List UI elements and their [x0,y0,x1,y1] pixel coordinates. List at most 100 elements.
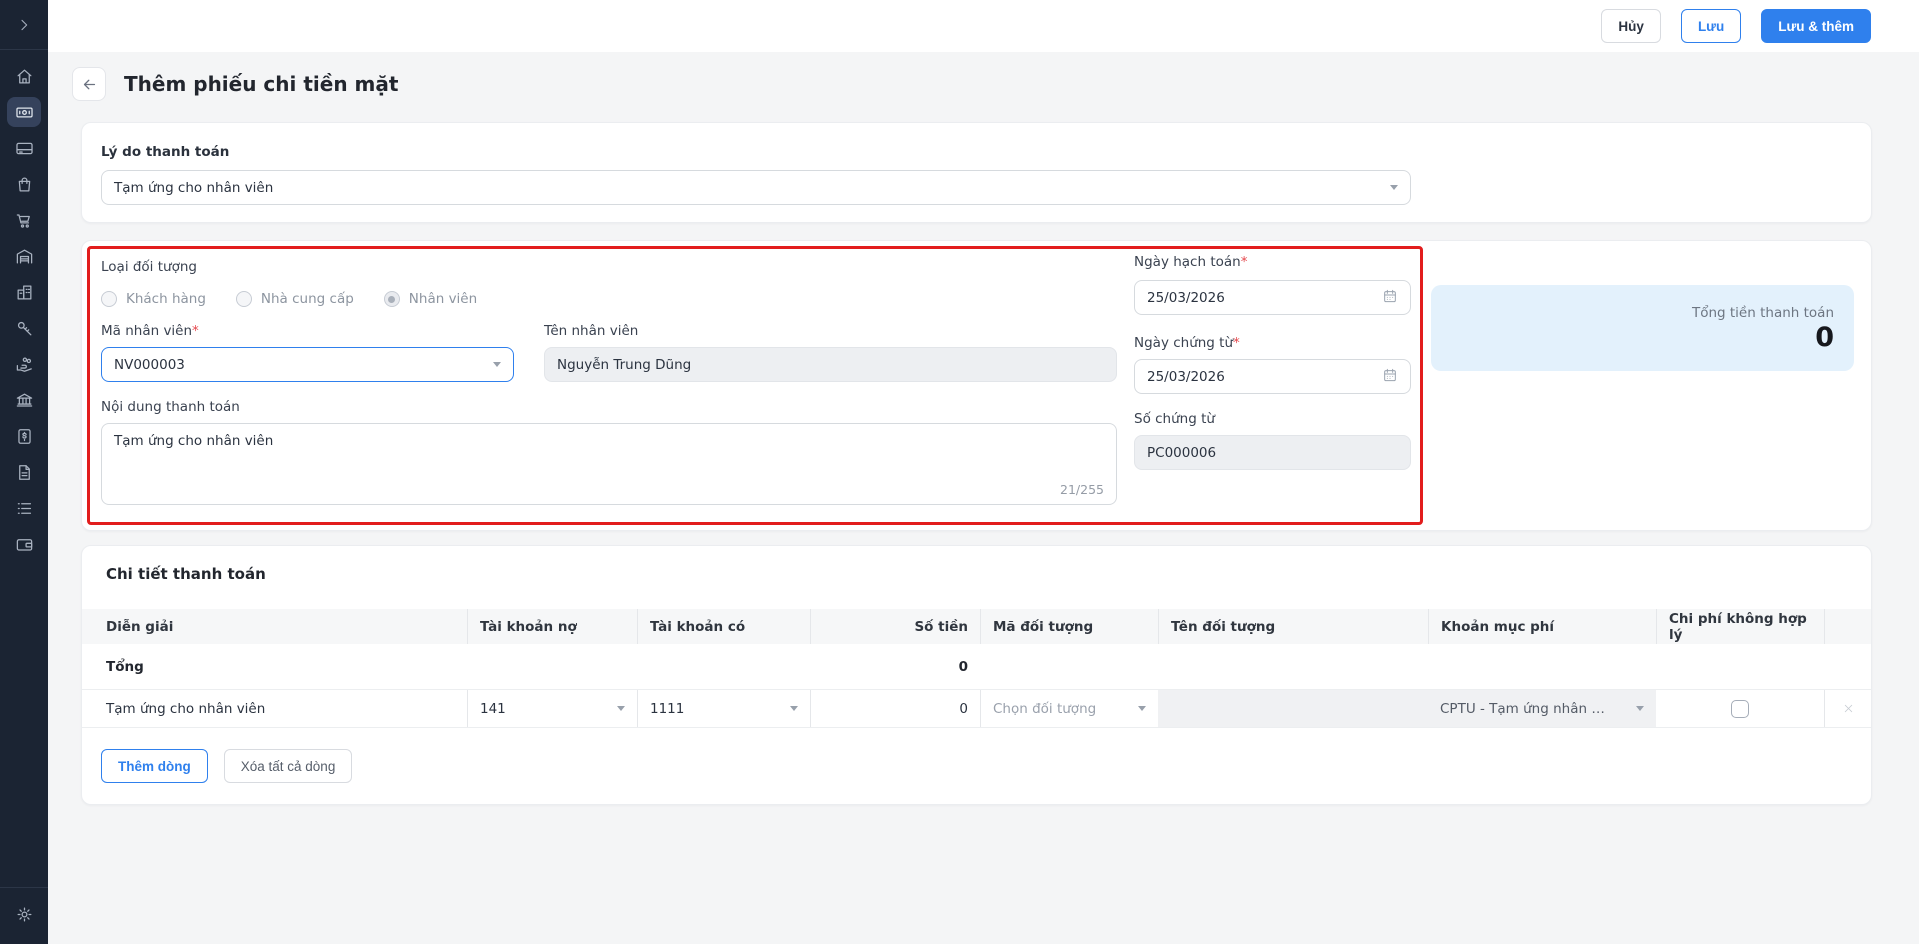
required-asterisk: * [1233,335,1240,351]
payment-reason-label: Lý do thanh toán [101,144,230,160]
radio-employee-label: Nhân viên [408,291,478,307]
total-row-label: Tổng [106,658,144,675]
payment-reason-card: Lý do thanh toán Tạm ứng cho nhân viên [81,122,1872,223]
shopping-bag-icon[interactable] [7,169,41,199]
home-icon[interactable] [7,61,41,91]
cancel-button[interactable]: Hủy [1601,9,1661,43]
delete-all-rows-button[interactable]: Xóa tất cả dòng [223,749,353,783]
col-header-description: Diễn giải [106,618,174,635]
debit-account-value: 141 [480,700,506,717]
sidebar [0,0,48,944]
invalid-expense-checkbox[interactable] [1731,699,1749,718]
total-amount-box: Tổng tiền thanh toán 0 [1431,285,1854,371]
table-actions: Thêm dòng Xóa tất cả dòng [101,749,353,783]
bank-icon[interactable] [7,385,41,415]
document-icon[interactable] [7,457,41,487]
col-header-credit-account: Tài khoản có [637,609,810,644]
row-object-name-cell [1158,690,1428,727]
col-header-expense-item: Khoản mục phí [1428,609,1656,644]
document-date-input[interactable]: 25/03/2026 [1134,359,1411,394]
total-amount-value: 0 [1815,322,1834,353]
row-debit-account-select[interactable]: 141 [467,690,637,727]
chevron-down-icon [1390,185,1398,190]
office-building-icon[interactable] [7,277,41,307]
table-row: Tạm ứng cho nhân viên 141 1111 0 Chọn đố… [82,690,1871,728]
payment-details-card: Chi tiết thanh toán Diễn giải Tài khoản … [81,545,1872,805]
key-icon[interactable] [7,313,41,343]
row-actions-cell [1824,690,1871,727]
row-object-code-select[interactable]: Chọn đối tượng [980,690,1158,727]
credit-card-icon[interactable] [7,133,41,163]
chevron-down-icon [493,362,501,367]
radio-customer-label: Khách hàng [126,291,206,307]
cash-icon[interactable] [7,97,41,127]
cash-book-icon[interactable] [7,421,41,451]
employee-code-value: NV000003 [114,356,185,373]
object-code-placeholder: Chọn đối tượng [993,700,1097,717]
posting-date-input[interactable]: 25/03/2026 [1134,280,1411,315]
radio-employee: Nhân viên [383,291,478,307]
col-header-amount: Số tiền [810,609,980,644]
save-and-add-button[interactable]: Lưu & thêm [1761,9,1871,43]
voucher-info-card: Loại đối tượng Khách hàng Nhà cung cấp N… [81,240,1872,531]
row-amount-cell[interactable]: 0 [810,690,980,727]
radio-selected-icon [383,291,400,307]
calendar-icon[interactable] [1382,367,1398,387]
app-window: Hủy Lưu Lưu & thêm Thêm phiếu chi tiền m… [0,0,1919,944]
char-counter: 21/255 [1060,482,1104,497]
total-row-amount: 0 [958,658,968,675]
hand-coins-icon[interactable] [7,349,41,379]
calendar-icon[interactable] [1382,288,1398,308]
object-type-label: Loại đối tượng [101,259,197,275]
back-button[interactable] [72,67,106,101]
list-icon[interactable] [7,493,41,523]
employee-code-select[interactable]: NV000003 [101,347,514,382]
wallet-icon[interactable] [7,529,41,559]
row-credit-account-select[interactable]: 1111 [637,690,810,727]
sidebar-expand-chevron-right-icon[interactable] [7,10,41,40]
expense-item-value: CPTU - Tạm ứng nhân viên [1440,700,1612,717]
delete-row-x-icon[interactable] [1825,702,1871,715]
col-header-debit-account: Tài khoản nợ [467,609,637,644]
warehouse-icon[interactable] [7,241,41,271]
main-content: Thêm phiếu chi tiền mặt Lý do thanh toán… [48,52,1919,944]
row-invalid-expense-cell [1656,690,1824,727]
table-total-row: Tổng 0 [82,644,1871,690]
document-number-label: Số chứng từ [1134,411,1215,427]
chevron-down-icon [790,706,798,711]
radio-supplier: Nhà cung cấp [235,291,354,307]
employee-name-value: Nguyễn Trung Dũng [557,356,692,373]
chevron-down-icon [1138,706,1146,711]
posting-date-value: 25/03/2026 [1147,289,1225,306]
radio-circle-icon [101,291,117,307]
col-header-invalid-expense: Chi phí không hợp lý [1656,609,1824,644]
save-button[interactable]: Lưu [1680,9,1742,43]
col-header-object-name: Tên đối tượng [1158,609,1428,644]
page-header: Thêm phiếu chi tiền mặt [72,67,398,101]
payment-reason-value: Tạm ứng cho nhân viên [114,179,274,196]
payment-content-label: Nội dung thanh toán [101,399,240,415]
object-type-radio-group: Khách hàng Nhà cung cấp Nhân viên [101,291,477,307]
shopping-cart-icon[interactable] [7,205,41,235]
employee-name-field: Nguyễn Trung Dũng [544,347,1117,382]
radio-circle-icon [235,291,252,307]
payment-content-textarea[interactable]: Tạm ứng cho nhân viên [102,424,1116,480]
employee-name-label: Tên nhân viên [544,323,639,339]
employee-code-label: Mã nhân viên* [101,323,199,339]
col-header-actions [1824,609,1871,644]
total-amount-label: Tổng tiền thanh toán [1691,305,1834,321]
document-number-field: PC000006 [1134,435,1411,470]
chevron-down-icon [617,706,625,711]
radio-supplier-label: Nhà cung cấp [260,291,354,307]
required-asterisk: * [192,323,199,339]
add-row-button[interactable]: Thêm dòng [101,749,208,783]
details-section-title: Chi tiết thanh toán [106,565,266,583]
payment-details-table: Diễn giải Tài khoản nợ Tài khoản có Số t… [82,609,1871,728]
row-expense-item-select: CPTU - Tạm ứng nhân viên [1428,690,1656,727]
row-description-cell[interactable]: Tạm ứng cho nhân viên [82,690,467,727]
table-header-row: Diễn giải Tài khoản nợ Tài khoản có Số t… [82,609,1871,644]
col-header-object-code: Mã đối tượng [980,609,1158,644]
payment-reason-select[interactable]: Tạm ứng cho nhân viên [101,170,1411,205]
settings-gear-icon[interactable] [7,899,41,929]
credit-account-value: 1111 [650,700,685,717]
